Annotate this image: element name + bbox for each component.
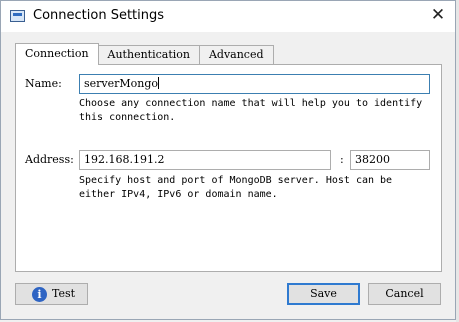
port-separator: :	[340, 153, 344, 166]
window-title: Connection Settings	[33, 8, 165, 23]
port-field[interactable]: 38200	[350, 150, 430, 170]
address-hint: Specify host and port of MongoDB server.…	[79, 175, 393, 200]
tab-advanced[interactable]: Advanced	[198, 45, 274, 65]
tab-bar: Connection Authentication Advanced	[15, 43, 274, 65]
close-icon[interactable]: ✕	[427, 5, 449, 27]
host-field[interactable]: 192.168.191.2	[79, 150, 331, 170]
window-app-icon	[10, 10, 25, 22]
info-icon: i	[32, 287, 47, 302]
cancel-button[interactable]: Cancel	[368, 283, 441, 305]
tab-connection[interactable]: Connection	[15, 43, 99, 65]
name-field[interactable]: serverMongo	[79, 74, 430, 94]
name-field-value: serverMongo	[84, 77, 159, 90]
address-label: Address:	[25, 153, 74, 166]
name-label: Name:	[25, 77, 62, 90]
save-button[interactable]: Save	[287, 283, 360, 305]
tab-authentication[interactable]: Authentication	[97, 45, 200, 65]
connection-panel: Name: serverMongo Choose any connection …	[15, 64, 442, 272]
name-hint: Choose any connection name that will hel…	[79, 98, 423, 123]
test-button[interactable]: i Test	[15, 283, 88, 305]
text-caret	[158, 77, 160, 89]
test-button-label: Test	[52, 287, 76, 300]
title-bar[interactable]: Connection Settings ✕	[1, 1, 455, 32]
connection-settings-dialog: Connection Settings ✕ Connection Authent…	[0, 0, 456, 320]
